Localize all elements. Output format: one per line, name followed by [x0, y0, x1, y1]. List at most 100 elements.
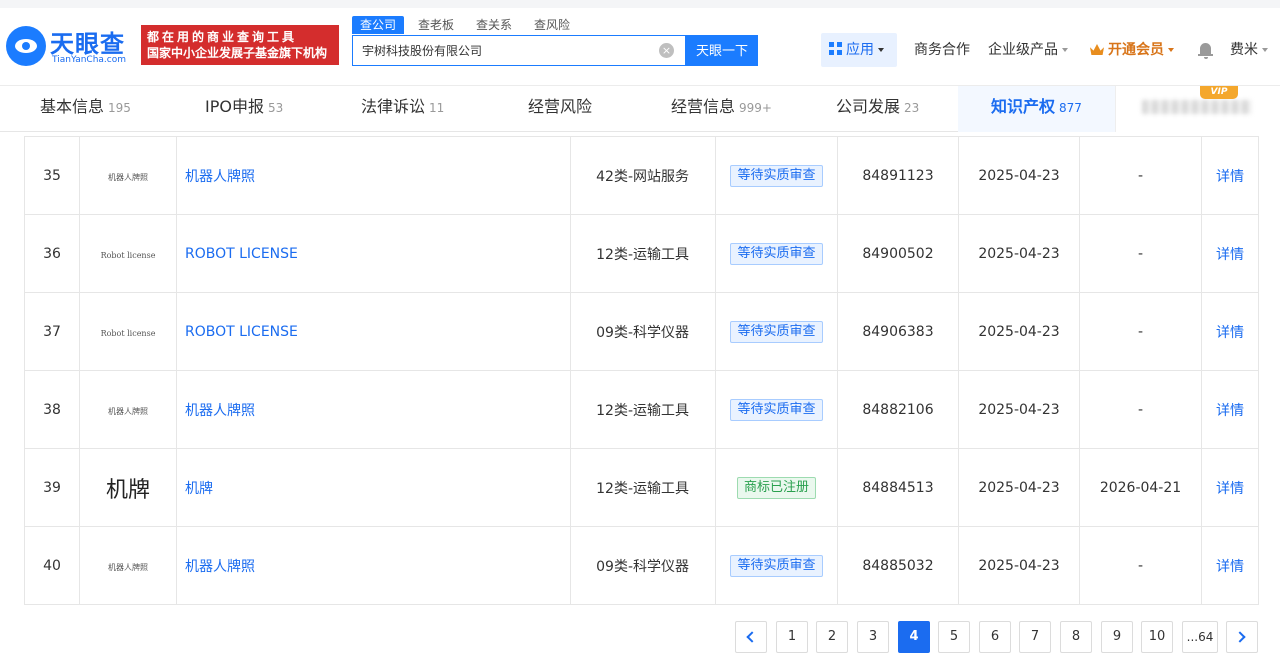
enterprise-products-menu[interactable]: 企业级产品: [988, 33, 1068, 67]
expiry-date: -: [1079, 136, 1202, 215]
vip-badge: VIP: [1200, 86, 1238, 99]
caret-down-icon: [1262, 48, 1268, 52]
trademark-name-link[interactable]: 机器人牌照: [185, 169, 255, 185]
top-strip: [0, 0, 1280, 8]
status-badge: 商标已注册: [736, 476, 816, 499]
details-link[interactable]: 详情: [1216, 481, 1244, 497]
row-index: 35: [24, 136, 80, 215]
apply-date: 2025-04-23: [958, 370, 1080, 449]
expiry-date: -: [1079, 214, 1202, 293]
site-logo[interactable]: 天眼查 TianYanCha.com: [6, 24, 134, 68]
trademark-class: 12类-运输工具: [570, 448, 716, 527]
tab-ipo[interactable]: IPO申报 53: [205, 86, 283, 132]
open-vip-label: 开通会员: [1108, 42, 1164, 58]
page-3-button[interactable]: 3: [857, 621, 889, 653]
trademark-image: Robot license: [79, 292, 177, 371]
search-input[interactable]: [353, 36, 653, 65]
tab-label: 基本信息: [40, 97, 105, 116]
trademark-class: 09类-科学仪器: [570, 292, 716, 371]
details-link[interactable]: 详情: [1216, 247, 1244, 263]
details-link[interactable]: 详情: [1216, 403, 1244, 419]
tab-intellectual-property[interactable]: 知识产权 877: [958, 86, 1115, 132]
trademark-name: 机器人牌照: [176, 136, 571, 215]
logo-domain: TianYanCha.com: [52, 55, 127, 65]
trademark-image: 机器人牌照: [79, 370, 177, 449]
details-link[interactable]: 详情: [1216, 559, 1244, 575]
trademark-class: 09类-科学仪器: [570, 526, 716, 605]
trademark-image-text: 机器人牌照: [108, 406, 148, 416]
trademark-name-link[interactable]: 机牌: [185, 481, 213, 497]
tab-vip-locked[interactable]: VIP: [1115, 86, 1280, 132]
crown-icon: [1090, 44, 1104, 55]
open-vip-menu[interactable]: 开通会员: [1090, 33, 1174, 67]
search-button[interactable]: 天眼一下: [686, 35, 758, 66]
tab-basic-info[interactable]: 基本信息 195: [40, 86, 131, 132]
tab-development[interactable]: 公司发展 23: [836, 86, 919, 132]
page-8-button[interactable]: 8: [1060, 621, 1092, 653]
page-5-button[interactable]: 5: [938, 621, 970, 653]
caret-down-icon: [878, 48, 884, 52]
trademark-name-link[interactable]: 机器人牌照: [185, 559, 255, 575]
table-body: 35 机器人牌照 机器人牌照 42类-网站服务 等待实质审查 84891123 2025-0…: [24, 136, 1259, 605]
trademark-name-link[interactable]: 机器人牌照: [185, 403, 255, 419]
slogan-line-1: 都在用的商业查询工具: [147, 30, 298, 44]
trademark-image-text: 机器人牌照: [108, 562, 148, 572]
page-9-button[interactable]: 9: [1101, 621, 1133, 653]
search-type-tabs: 查公司 查老板 查关系 查风险: [352, 16, 584, 34]
trademark-image-text: 机器人牌照: [108, 172, 148, 182]
caret-down-icon: [1062, 48, 1068, 52]
slogan-banner: 都在用的商业查询工具 国家中小企业发展子基金旗下机构: [141, 25, 339, 65]
trademark-image: 机器人牌照: [79, 136, 177, 215]
page-1-button[interactable]: 1: [776, 621, 808, 653]
tab-label: 知识产权: [991, 97, 1056, 116]
action-cell: 详情: [1201, 526, 1259, 605]
trademark-image: 机器人牌照: [79, 526, 177, 605]
tab-label: 法律诉讼: [361, 97, 426, 116]
page-4-button[interactable]: 4: [898, 621, 930, 653]
tab-count: 999+: [739, 101, 772, 115]
search-tab-boss[interactable]: 查老板: [410, 16, 462, 34]
table-row: 40 机器人牌照 机器人牌照 09类-科学仪器 等待实质审查 84885032 2025-0…: [24, 526, 1259, 605]
trademark-name: ROBOT LICENSE: [176, 214, 571, 293]
details-link[interactable]: 详情: [1216, 169, 1244, 185]
business-cooperation-link[interactable]: 商务合作: [914, 33, 970, 67]
table-row: 36 Robot license ROBOT LICENSE 12类-运输工具 等待实质…: [24, 214, 1259, 293]
status-cell: 商标已注册: [715, 448, 838, 527]
registration-number: 84906383: [837, 292, 959, 371]
eye-logo-icon: [6, 26, 46, 66]
blurred-label: [1142, 100, 1252, 114]
page-10-button[interactable]: 10: [1141, 621, 1173, 653]
table-row: 35 机器人牌照 机器人牌照 42类-网站服务 等待实质审查 84891123 2025-0…: [24, 136, 1259, 215]
status-cell: 等待实质审查: [715, 526, 838, 605]
notification-bell-icon[interactable]: [1198, 42, 1213, 59]
trademark-name-link[interactable]: ROBOT LICENSE: [185, 324, 298, 340]
next-page-button[interactable]: [1226, 621, 1258, 653]
table-row: 39 机牌 机牌 12类-运输工具 商标已注册 84884513 2025-04-23 202…: [24, 448, 1259, 527]
tab-operation-risk[interactable]: 经营风险: [528, 86, 592, 132]
prev-page-button[interactable]: [735, 621, 767, 653]
tab-operation-info[interactable]: 经营信息 999+: [671, 86, 772, 132]
action-cell: 详情: [1201, 292, 1259, 371]
search-tab-company[interactable]: 查公司: [352, 16, 405, 34]
app-menu[interactable]: 应用: [821, 33, 897, 67]
trademark-image: Robot license: [79, 214, 177, 293]
details-link[interactable]: 详情: [1216, 325, 1244, 341]
clear-icon[interactable]: ×: [659, 43, 674, 58]
chevron-right-icon: [1234, 631, 1246, 643]
expiry-date: -: [1079, 292, 1202, 371]
search-tab-risk[interactable]: 查风险: [526, 16, 578, 34]
tab-litigation[interactable]: 法律诉讼 11: [361, 86, 444, 132]
search-tab-relation[interactable]: 查关系: [468, 16, 520, 34]
apply-date: 2025-04-23: [958, 448, 1080, 527]
row-index: 37: [24, 292, 80, 371]
user-menu[interactable]: 费米: [1230, 33, 1268, 67]
page-6-button[interactable]: 6: [979, 621, 1011, 653]
page-7-button[interactable]: 7: [1019, 621, 1051, 653]
row-index: 39: [24, 448, 80, 527]
tab-label: 经营风险: [528, 97, 593, 116]
trademark-name: 机器人牌照: [176, 526, 571, 605]
page-64-button[interactable]: ...64: [1182, 621, 1218, 653]
row-index: 40: [24, 526, 80, 605]
trademark-name-link[interactable]: ROBOT LICENSE: [185, 246, 298, 262]
page-2-button[interactable]: 2: [816, 621, 848, 653]
